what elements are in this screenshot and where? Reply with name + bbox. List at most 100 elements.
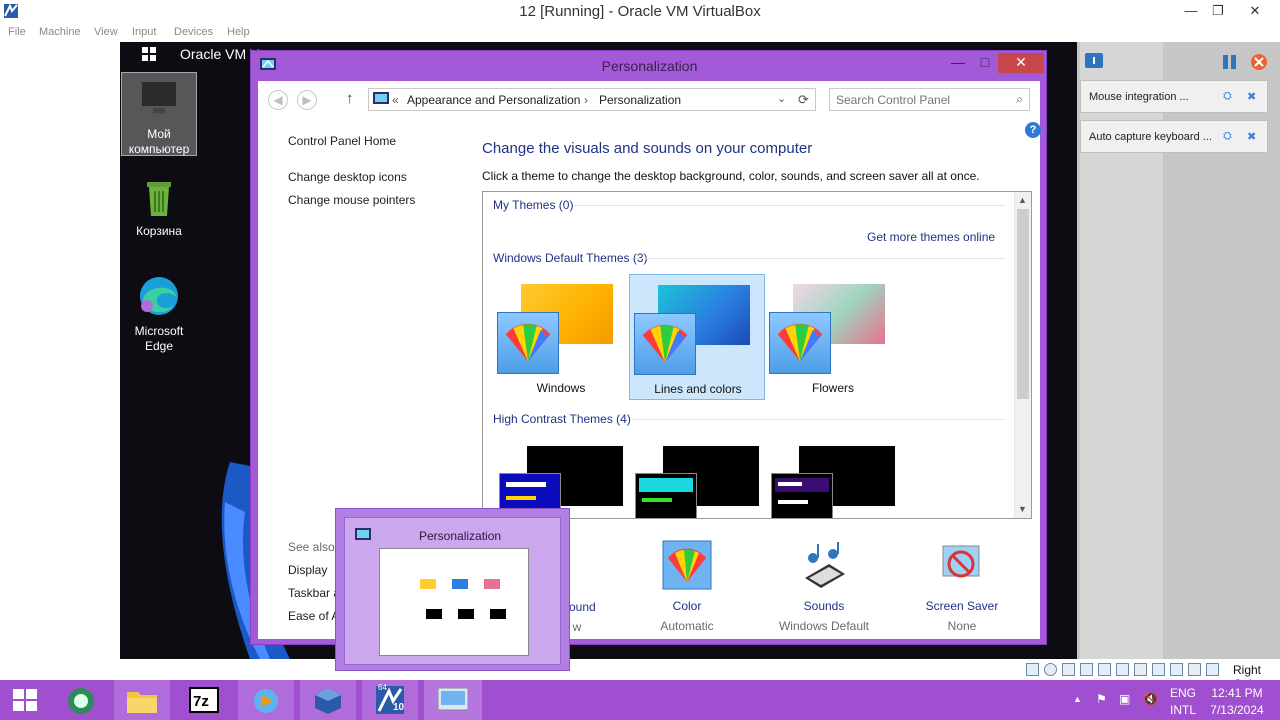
- taskbar-control-panel[interactable]: [424, 680, 482, 720]
- link-control-panel-home[interactable]: Control Panel Home: [288, 134, 396, 148]
- vbox-status-bar: Right Ctrl: [1022, 660, 1280, 691]
- theme-windows[interactable]: Windows: [493, 274, 629, 400]
- browser-icon: [68, 688, 94, 714]
- color-setting[interactable]: Color Automatic: [632, 540, 742, 633]
- taskbar-virtualbox-vm[interactable]: 64 10: [362, 680, 418, 720]
- breadcrumb-separator[interactable]: ›: [584, 93, 588, 107]
- desktop-icon-label: Мой компьютер: [128, 127, 190, 156]
- recording-icon[interactable]: [1152, 663, 1165, 676]
- shared-folders-icon[interactable]: [1116, 663, 1129, 676]
- scroll-up-icon[interactable]: ▲: [1018, 195, 1027, 205]
- keyboard-capture-icon[interactable]: [1206, 663, 1219, 676]
- themes-scrollbar[interactable]: ▲ ▼: [1014, 192, 1031, 518]
- theme-high-contrast-2[interactable]: [635, 440, 771, 518]
- sounds-setting[interactable]: Sounds Windows Default: [769, 540, 879, 633]
- usb-icon[interactable]: [1098, 663, 1111, 676]
- theme-high-contrast-3[interactable]: [771, 440, 907, 518]
- maximize-button[interactable]: □: [973, 53, 997, 73]
- clock-time[interactable]: 12:41 PM: [1200, 686, 1274, 700]
- group-default-themes[interactable]: Windows Default Themes (3): [493, 251, 648, 265]
- language-indicator-bottom[interactable]: INTL: [1164, 703, 1202, 717]
- menu-machine[interactable]: Machine: [39, 26, 81, 38]
- flag-icon[interactable]: ⚑: [1096, 692, 1107, 706]
- notification-close-icon[interactable]: ✖: [1247, 130, 1260, 143]
- back-button[interactable]: ◀: [268, 90, 288, 110]
- taskbar-browser[interactable]: [54, 680, 110, 720]
- scroll-down-icon[interactable]: ▼: [1018, 504, 1027, 514]
- tray-overflow-icon[interactable]: ▲: [1073, 694, 1082, 704]
- address-bar[interactable]: « Appearance and Personalization › Perso…: [368, 88, 816, 111]
- group-my-themes[interactable]: My Themes (0): [493, 198, 573, 212]
- breadcrumb-appearance[interactable]: Appearance and Personalization: [407, 93, 580, 107]
- desktop-icon-label: Корзина: [136, 224, 182, 238]
- network-icon[interactable]: [1080, 663, 1093, 676]
- notification-auto-capture[interactable]: Auto capture keyboard ... ⛭ ✖: [1080, 120, 1268, 153]
- taskbar-media-app[interactable]: [238, 680, 294, 720]
- link-display[interactable]: Display: [288, 563, 327, 577]
- host-minimize-button[interactable]: —: [1176, 0, 1206, 24]
- desktop-icon-edge[interactable]: Microsoft Edge: [121, 270, 197, 354]
- notification-settings-icon[interactable]: ⛭: [1223, 90, 1236, 103]
- clock-date[interactable]: 7/13/2024: [1200, 703, 1274, 717]
- host-close-button[interactable]: ✕: [1240, 0, 1270, 24]
- recycle-bin-icon: [147, 182, 171, 216]
- start-button[interactable]: [0, 680, 56, 720]
- computer-icon: [140, 80, 178, 116]
- cpu-icon[interactable]: [1170, 663, 1183, 676]
- menu-devices[interactable]: Devices: [174, 26, 213, 38]
- close-button[interactable]: ✕: [998, 53, 1044, 73]
- menu-file[interactable]: File: [8, 26, 26, 38]
- group-high-contrast[interactable]: High Contrast Themes (4): [493, 412, 631, 426]
- display-icon[interactable]: [1134, 663, 1147, 676]
- scroll-thumb[interactable]: [1017, 209, 1029, 399]
- link-change-mouse-pointers[interactable]: Change mouse pointers: [288, 193, 415, 207]
- minimize-button[interactable]: —: [945, 53, 971, 73]
- notification-center-icon[interactable]: [1084, 52, 1104, 72]
- menu-view[interactable]: View: [94, 26, 118, 38]
- taskbar-thumbnail-preview[interactable]: Personalization: [335, 508, 570, 671]
- menu-input[interactable]: Input: [132, 26, 156, 38]
- search-icon[interactable]: ⌕: [1016, 92, 1023, 107]
- pin-icon[interactable]: [1221, 53, 1239, 71]
- taskbar-file-explorer[interactable]: [114, 680, 170, 720]
- refresh-button[interactable]: ⟳: [792, 88, 816, 111]
- mouse-integration-icon[interactable]: [1188, 663, 1201, 676]
- menu-help[interactable]: Help: [227, 26, 250, 38]
- search-box[interactable]: ⌕: [829, 88, 1030, 111]
- get-more-themes-link[interactable]: Get more themes online: [867, 230, 995, 244]
- hard-disk-icon[interactable]: [1026, 663, 1039, 676]
- optical-drive-icon[interactable]: [1044, 663, 1057, 676]
- notification-settings-icon[interactable]: ⛭: [1223, 130, 1236, 143]
- desktop-icon-my-computer[interactable]: Мой компьютер: [121, 72, 197, 156]
- network-tray-icon[interactable]: ▣: [1119, 692, 1130, 706]
- help-icon[interactable]: ?: [1025, 122, 1041, 138]
- language-indicator-top[interactable]: ENG: [1164, 686, 1202, 700]
- taskbar-virtualbox-manager[interactable]: [300, 680, 356, 720]
- guest-start-icon[interactable]: [142, 47, 156, 61]
- page-heading: Change the visuals and sounds on your co…: [482, 140, 813, 157]
- group-divider: [633, 419, 1005, 420]
- theme-flowers[interactable]: Flowers: [765, 274, 901, 400]
- breadcrumb-overflow[interactable]: «: [392, 93, 399, 107]
- host-maximize-button[interactable]: ❐: [1203, 0, 1233, 24]
- audio-icon[interactable]: [1062, 663, 1075, 676]
- search-input[interactable]: [836, 90, 1006, 110]
- close-all-notifications-icon[interactable]: [1250, 53, 1268, 71]
- notification-mouse-integration[interactable]: Mouse integration ... ⛭ ✖: [1080, 80, 1268, 113]
- notification-close-icon[interactable]: ✖: [1247, 90, 1260, 103]
- screen-saver-setting[interactable]: Screen Saver None: [907, 540, 1017, 633]
- taskbar-7zip[interactable]: 7z: [176, 680, 232, 720]
- control-panel-icon: [438, 688, 468, 711]
- link-ease-of-access[interactable]: Ease of A: [288, 609, 339, 623]
- up-arrow-icon[interactable]: ↑: [346, 90, 354, 107]
- desktop-icon-recycle-bin[interactable]: Корзина: [121, 170, 197, 239]
- themes-list[interactable]: My Themes (0) Get more themes online Win…: [482, 191, 1032, 519]
- chevron-down-icon[interactable]: ⌄: [777, 92, 786, 105]
- breadcrumb-personalization[interactable]: Personalization: [599, 93, 681, 107]
- link-change-desktop-icons[interactable]: Change desktop icons: [288, 170, 407, 184]
- link-taskbar[interactable]: Taskbar a: [288, 586, 340, 600]
- desktop-icon-label: Microsoft Edge: [134, 324, 184, 353]
- speaker-muted-icon[interactable]: 🔇: [1143, 692, 1158, 706]
- theme-lines-and-colors[interactable]: Lines and colors: [629, 274, 765, 400]
- forward-button[interactable]: ▶: [297, 90, 317, 110]
